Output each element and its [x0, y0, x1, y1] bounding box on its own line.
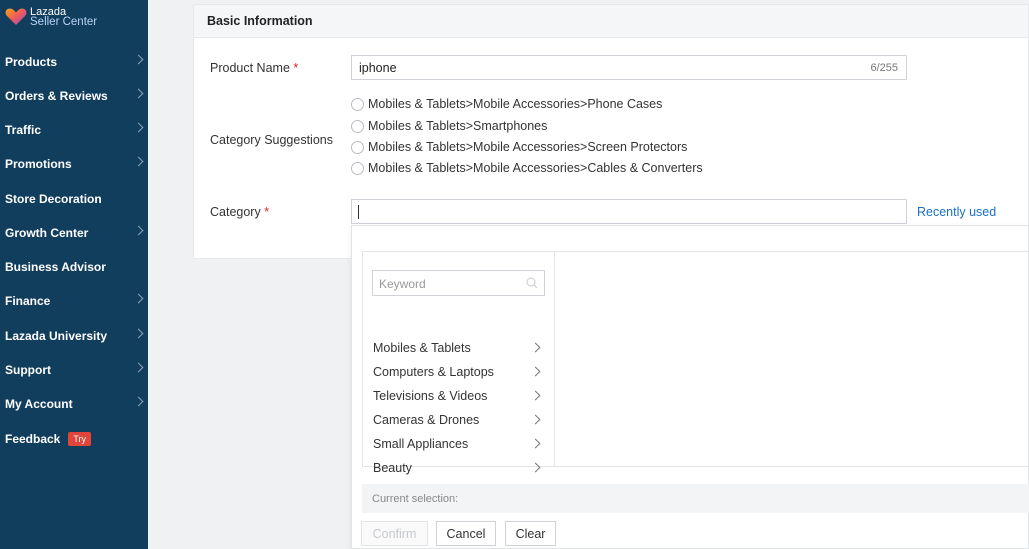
sidebar-item-label: Support [5, 363, 51, 377]
subcategory-column [554, 251, 1029, 467]
category-item-televisions-videos[interactable]: Televisions & Videos [363, 384, 554, 408]
keyword-placeholder: Keyword [379, 277, 426, 291]
sidebar-item-orders-reviews[interactable]: Orders & Reviews [0, 80, 148, 112]
chevron-right-icon [530, 366, 541, 377]
radio-button[interactable] [351, 161, 364, 175]
suggestion-text: Mobiles & Tablets>Mobile Accessories>Pho… [368, 97, 663, 111]
chevron-right-icon [133, 88, 144, 99]
sidebar-item-products[interactable]: Products [0, 46, 148, 78]
radio-button[interactable] [351, 97, 364, 111]
chevron-right-icon [133, 122, 144, 133]
chevron-right-icon [530, 390, 541, 401]
sidebar-item-label: Traffic [5, 123, 42, 137]
sidebar-item-label: Store Decoration [5, 192, 102, 206]
sidebar-item-lazada-university[interactable]: Lazada University [0, 320, 148, 352]
sidebar: Lazada Seller Center Products Orders & R… [0, 0, 148, 549]
sidebar-item-finance[interactable]: Finance [0, 285, 148, 317]
suggestion-option[interactable]: Mobiles & Tablets>Smartphones [351, 118, 547, 134]
recently-used-link[interactable]: Recently used [917, 205, 996, 219]
category-item-beauty[interactable]: Beauty [363, 456, 554, 480]
required-mark: * [293, 61, 299, 75]
chevron-right-icon [133, 156, 144, 167]
chevron-right-icon [133, 54, 144, 65]
category-item-label: Beauty [373, 461, 412, 475]
category-item-computers-laptops[interactable]: Computers & Laptops [363, 360, 554, 384]
confirm-button[interactable]: Confirm [361, 521, 428, 546]
product-name-value: iphone [359, 61, 397, 75]
chevron-right-icon [530, 414, 541, 425]
radio-button[interactable] [351, 140, 364, 154]
sidebar-item-support[interactable]: Support [0, 354, 148, 386]
category-item-cameras-drones[interactable]: Cameras & Drones [363, 408, 554, 432]
chevron-right-icon [530, 342, 541, 353]
category-label-text: Category [210, 205, 261, 219]
sidebar-item-growth-center[interactable]: Growth Center [0, 217, 148, 249]
product-name-label: Product Name * [210, 61, 298, 75]
category-label: Category * [210, 205, 269, 219]
category-item-small-appliances[interactable]: Small Appliances [363, 432, 554, 456]
category-item-label: Computers & Laptops [373, 365, 494, 379]
sidebar-item-label: Feedback [5, 432, 61, 446]
sidebar-item-label: Lazada University [5, 329, 108, 343]
category-item-label: Televisions & Videos [373, 389, 488, 403]
category-input[interactable] [351, 199, 907, 224]
lazada-logo[interactable]: Lazada Seller Center [5, 7, 98, 28]
suggestion-text: Mobiles & Tablets>Mobile Accessories>Cab… [368, 161, 703, 175]
search-icon [526, 277, 538, 289]
cancel-button[interactable]: Cancel [436, 521, 496, 546]
suggestion-option[interactable]: Mobiles & Tablets>Mobile Accessories>Pho… [351, 96, 662, 112]
category-column: Keyword Mobiles & Tablets Computers & La… [362, 251, 555, 475]
sidebar-item-label: Finance [5, 294, 51, 308]
category-item-mobiles-tablets[interactable]: Mobiles & Tablets [363, 336, 554, 360]
sidebar-item-label: Business Advisor [5, 260, 106, 274]
category-picker-panel: Keyword Mobiles & Tablets Computers & La… [351, 225, 1029, 549]
sidebar-item-store-decoration[interactable]: Store Decoration [0, 183, 148, 215]
sidebar-item-label: My Account [5, 397, 73, 411]
category-item-label: Mobiles & Tablets [373, 341, 471, 355]
product-name-counter: 6/255 [870, 62, 898, 74]
sidebar-item-my-account[interactable]: My Account [0, 388, 148, 420]
card-header: Basic Information [194, 5, 1028, 38]
logo-text-line2: Seller Center [30, 16, 98, 28]
try-badge: Try [68, 432, 92, 446]
sidebar-item-label: Growth Center [5, 226, 89, 240]
sidebar-item-label: Products [5, 55, 58, 69]
current-selection-bar: Current selection: [362, 484, 1029, 513]
suggestion-text: Mobiles & Tablets>Mobile Accessories>Scr… [368, 140, 688, 154]
product-name-input[interactable]: iphone 6/255 [351, 55, 907, 80]
category-item-label: Small Appliances [373, 437, 469, 451]
suggestion-option[interactable]: Mobiles & Tablets>Mobile Accessories>Scr… [351, 139, 687, 155]
sidebar-item-promotions[interactable]: Promotions [0, 148, 148, 180]
chevron-right-icon [133, 396, 144, 407]
sidebar-item-business-advisor[interactable]: Business Advisor [0, 251, 148, 283]
chevron-right-icon [530, 462, 541, 473]
suggestion-option[interactable]: Mobiles & Tablets>Mobile Accessories>Cab… [351, 160, 703, 176]
chevron-right-icon [133, 293, 144, 304]
current-selection-label: Current selection: [372, 493, 459, 505]
keyword-search-input[interactable]: Keyword [372, 270, 545, 296]
category-item-label: Cameras & Drones [373, 413, 480, 427]
section-title: Basic Information [207, 14, 313, 28]
chevron-right-icon [530, 438, 541, 449]
sidebar-item-label: Promotions [5, 157, 72, 171]
radio-button[interactable] [351, 119, 364, 133]
clear-button[interactable]: Clear [505, 521, 556, 546]
sidebar-item-feedback[interactable]: Feedback Try [0, 423, 148, 455]
chevron-right-icon [133, 225, 144, 236]
text-cursor [358, 205, 359, 219]
required-mark: * [264, 205, 270, 219]
chevron-right-icon [133, 328, 144, 339]
heart-logo-icon [5, 8, 27, 25]
sidebar-item-traffic[interactable]: Traffic [0, 114, 148, 146]
category-suggestions-label: Category Suggestions [210, 133, 333, 147]
product-name-label-text: Product Name [210, 61, 290, 75]
chevron-right-icon [133, 362, 144, 373]
suggestion-text: Mobiles & Tablets>Smartphones [368, 119, 548, 133]
sidebar-item-label: Orders & Reviews [5, 89, 108, 103]
